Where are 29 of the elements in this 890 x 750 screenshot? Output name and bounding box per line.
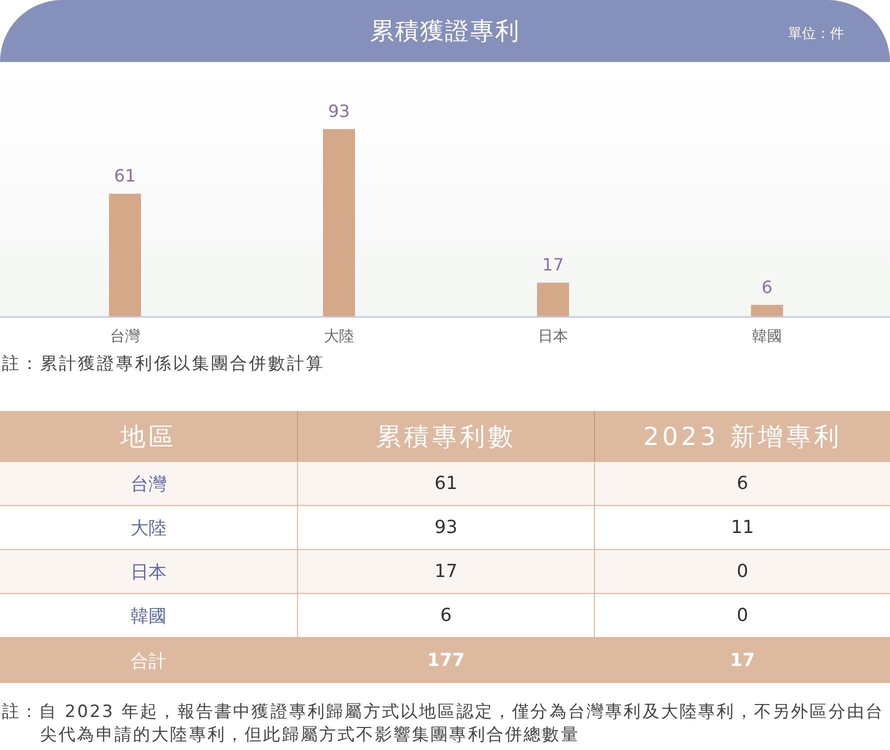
table-cell: 11 — [594, 505, 890, 549]
table-cell: 日本 — [0, 549, 297, 593]
category-label: 大陸 — [324, 327, 354, 345]
table-cell: 93 — [297, 505, 594, 549]
chart-note: 註：累計獲證專利係以集團合併數計算 — [1, 353, 325, 375]
table-cell: 6 — [297, 593, 594, 637]
table-cell: 61 — [297, 461, 594, 505]
chart-title: 累積獲證專利 — [370, 16, 520, 47]
total-cell: 17 — [594, 637, 890, 683]
value-label: 93 — [328, 102, 350, 122]
category-label: 韓國 — [752, 327, 782, 345]
table-cell: 6 — [594, 461, 890, 505]
column-header: 2023 新增專利 — [594, 411, 890, 461]
table-cell: 台灣 — [0, 461, 297, 505]
table-cell: 17 — [297, 549, 594, 593]
value-label: 6 — [762, 278, 772, 298]
table-cell: 0 — [594, 593, 890, 637]
bar — [537, 282, 569, 317]
table-cell: 0 — [594, 549, 890, 593]
total-cell: 177 — [297, 637, 594, 683]
value-label: 61 — [114, 166, 136, 187]
footnote: 註：自 2023 年起，報告書中獲證專利歸屬方式以地區認定，僅分為台灣專利及大陸專利，不另外區分由台尖代為申請的大陸專利，但此歸屬方式不影響集團專利合併總數量 — [1, 701, 886, 747]
column-header: 累積專利數 — [297, 411, 594, 461]
value-label: 17 — [542, 256, 564, 276]
category-label: 台灣 — [110, 327, 140, 345]
unit-label: 單位：件 — [788, 25, 844, 43]
category-label: 日本 — [538, 327, 568, 345]
column-header: 地區 — [0, 411, 297, 461]
total-cell: 合計 — [0, 637, 297, 683]
